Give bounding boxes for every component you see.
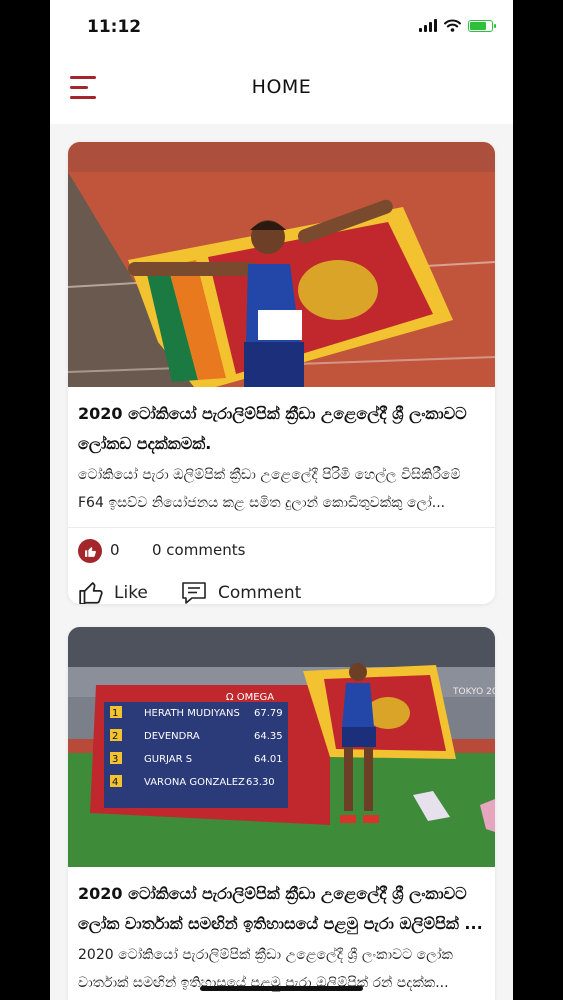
like-count: 0 [110,541,120,559]
post-image[interactable]: TOKYO 2020 Ω OMEGA 1 HERATH MUDIYANS 67.… [68,627,495,867]
result-name: HERATH MUDIYANS [144,708,240,719]
battery-charging-icon [468,19,496,32]
post-actions: Like Comment [68,574,495,604]
result-rank: 4 [112,777,118,788]
result-score: 64.01 [254,754,283,765]
wifi-icon [444,19,461,32]
result-score: 64.35 [254,731,283,742]
result-score: 67.79 [254,708,283,719]
post-title[interactable]: 2020 ටෝකියෝ පැරාලිම්පික් ක්‍රීඩා උළෙලේදී… [68,387,495,459]
omega-logo: Ω OMEGA [226,692,274,703]
post-excerpt: ටෝකියෝ පැරා ඔලිම්පික් ක්‍රීඩා උළෙලේදී පි… [78,467,461,511]
result-rank: 1 [112,708,118,719]
post-stats: 0 0 comments [68,528,495,574]
status-bar: 11:12 [50,0,513,54]
comment-label: Comment [218,583,302,603]
post-card[interactable]: TOKYO 2020 Ω OMEGA 1 HERATH MUDIYANS 67.… [68,627,495,1000]
like-badge [78,539,102,563]
like-label: Like [114,583,148,603]
result-name: GURJAR S [144,754,192,765]
comment-icon [182,582,206,604]
comment-count[interactable]: 0 comments [152,541,245,559]
status-icons [419,19,496,32]
result-name: DEVENDRA [144,731,200,742]
home-indicator[interactable] [200,986,363,991]
post-image[interactable] [68,142,495,387]
like-button[interactable]: Like [78,580,148,604]
status-time: 11:12 [87,17,142,37]
result-score: 63.30 [246,777,275,788]
thumbs-up-icon [84,546,96,557]
page-title: HOME [251,76,312,98]
result-rank: 2 [112,731,118,742]
cellular-signal-icon [419,19,437,32]
post-title[interactable]: 2020 ටෝකියෝ පැරාලිම්පික් ක්‍රීඩා උළෙලේදී… [68,867,495,939]
app-bar: HOME [50,54,513,124]
result-rank: 3 [112,754,118,765]
thumbs-up-outline-icon [79,582,103,604]
stadium-banner: TOKYO 2020 [452,687,495,697]
comment-button[interactable]: Comment [180,580,301,604]
post-card[interactable]: 2020 ටෝකියෝ පැරාලිම්පික් ක්‍රීඩා උළෙලේදී… [68,142,495,604]
phone-screen: 11:12 HOME [50,0,513,1000]
result-name: VARONA GONZALEZ [144,777,245,788]
